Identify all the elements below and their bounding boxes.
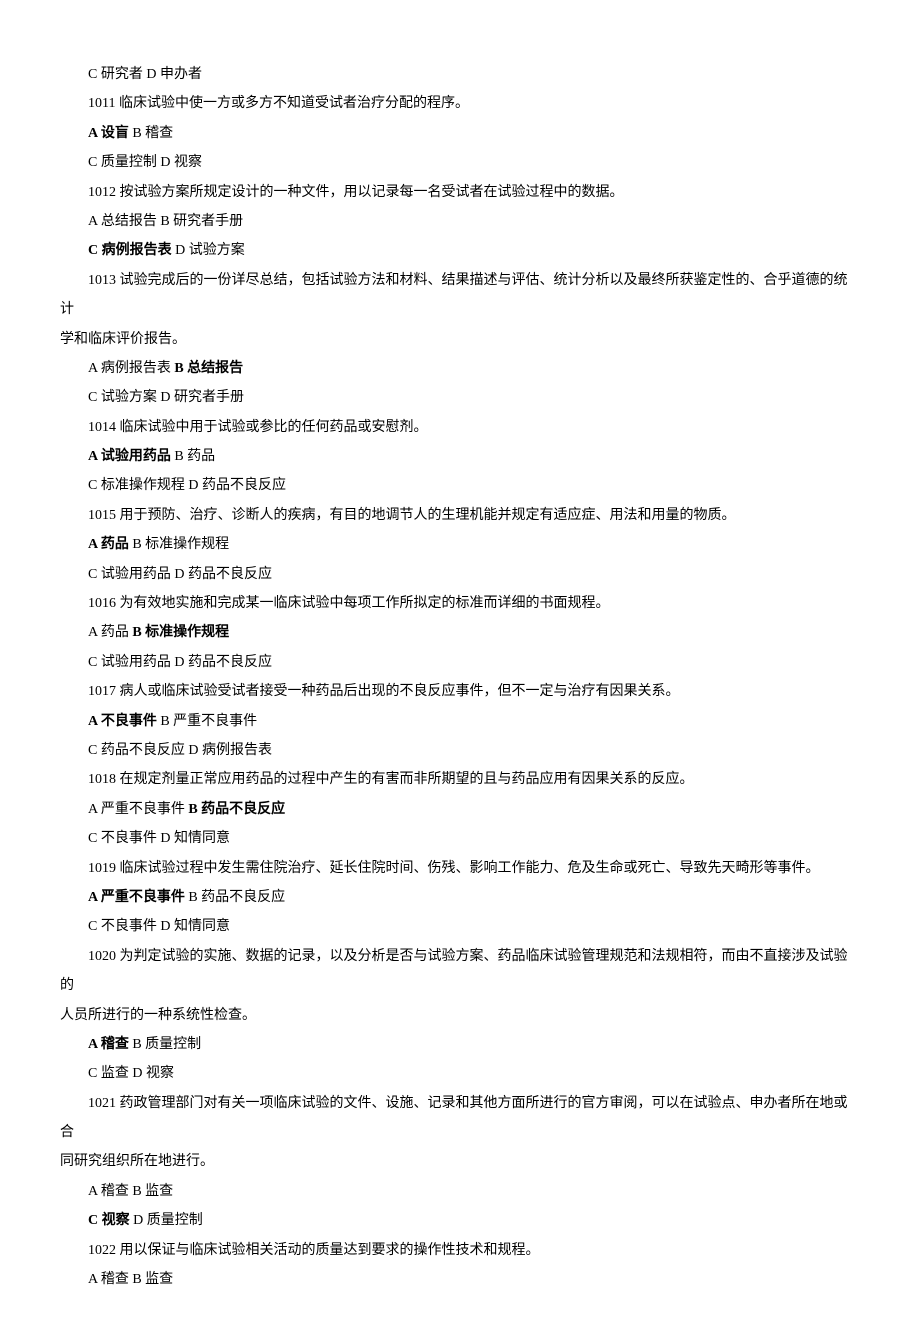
text-segment: 人员所进行的一种系统性检查。 <box>60 1008 256 1023</box>
answer-option: B 药品不良反应 <box>188 802 285 817</box>
text-segment: D 试验方案 <box>172 243 245 258</box>
text-line: C 不良事件 D 知情同意 <box>60 824 860 853</box>
text-line: 1012 按试验方案所规定设计的一种文件，用以记录每一名受试者在试验过程中的数据… <box>60 178 860 207</box>
text-segment: A 总结报告 B 研究者手册 <box>88 214 243 229</box>
answer-option: B 标准操作规程 <box>132 625 229 640</box>
text-segment: A 病例报告表 <box>88 361 174 376</box>
answer-option: A 不良事件 <box>88 714 157 729</box>
text-line: 1017 病人或临床试验受试者接受一种药品后出现的不良反应事件，但不一定与治疗有… <box>60 677 860 706</box>
answer-option: C 病例报告表 <box>88 243 172 258</box>
answer-option: A 药品 <box>88 537 129 552</box>
text-line: C 不良事件 D 知情同意 <box>60 912 860 941</box>
text-line: A 稽查 B 质量控制 <box>60 1030 860 1059</box>
text-line: A 病例报告表 B 总结报告 <box>60 354 860 383</box>
text-segment: B 药品 <box>171 449 215 464</box>
text-segment: D 质量控制 <box>130 1213 203 1228</box>
text-segment: A 稽查 B 监查 <box>88 1272 173 1287</box>
text-line: 1021 药政管理部门对有关一项临床试验的文件、设施、记录和其他方面所进行的官方… <box>60 1089 860 1148</box>
answer-option: C 视察 <box>88 1213 130 1228</box>
text-line: 1015 用于预防、治疗、诊断人的疾病，有目的地调节人的生理机能并规定有适应症、… <box>60 501 860 530</box>
text-line: C 质量控制 D 视察 <box>60 148 860 177</box>
text-line: C 试验用药品 D 药品不良反应 <box>60 648 860 677</box>
text-line: A 严重不良事件 B 药品不良反应 <box>60 795 860 824</box>
text-segment: B 稽查 <box>129 126 173 141</box>
text-line: 1019 临床试验过程中发生需住院治疗、延长住院时间、伤残、影响工作能力、危及生… <box>60 854 860 883</box>
text-segment: C 质量控制 D 视察 <box>88 155 202 170</box>
text-segment: C 标准操作规程 D 药品不良反应 <box>88 478 286 493</box>
answer-option: A 稽查 <box>88 1037 129 1052</box>
text-segment: 1013 试验完成后的一份详尽总结，包括试验方法和材料、结果描述与评估、统计分析… <box>60 273 848 317</box>
text-segment: A 严重不良事件 <box>88 802 188 817</box>
text-line: C 病例报告表 D 试验方案 <box>60 236 860 265</box>
text-segment: 1012 按试验方案所规定设计的一种文件，用以记录每一名受试者在试验过程中的数据… <box>88 185 624 200</box>
text-line: 1011 临床试验中使一方或多方不知道受试者治疗分配的程序。 <box>60 89 860 118</box>
text-segment: 1020 为判定试验的实施、数据的记录，以及分析是否与试验方案、药品临床试验管理… <box>60 949 848 993</box>
text-segment: 1021 药政管理部门对有关一项临床试验的文件、设施、记录和其他方面所进行的官方… <box>60 1096 848 1140</box>
text-segment: C 试验用药品 D 药品不良反应 <box>88 655 272 670</box>
text-segment: C 研究者 D 申办者 <box>88 67 202 82</box>
text-line: C 试验用药品 D 药品不良反应 <box>60 560 860 589</box>
text-segment: 1018 在规定剂量正常应用药品的过程中产生的有害而非所期望的且与药品应用有因果… <box>88 772 694 787</box>
answer-option: B 总结报告 <box>174 361 243 376</box>
text-segment: B 药品不良反应 <box>185 890 285 905</box>
text-segment: A 药品 <box>88 625 132 640</box>
text-line: A 设盲 B 稽查 <box>60 119 860 148</box>
text-line: 1018 在规定剂量正常应用药品的过程中产生的有害而非所期望的且与药品应用有因果… <box>60 765 860 794</box>
text-line: A 严重不良事件 B 药品不良反应 <box>60 883 860 912</box>
text-line: A 药品 B 标准操作规程 <box>60 618 860 647</box>
answer-option: A 设盲 <box>88 126 129 141</box>
text-segment: 1011 临床试验中使一方或多方不知道受试者治疗分配的程序。 <box>88 96 469 111</box>
document-content: C 研究者 D 申办者 1011 临床试验中使一方或多方不知道受试者治疗分配的程序… <box>60 60 860 1294</box>
text-segment: 学和临床评价报告。 <box>60 332 186 347</box>
text-segment: C 试验方案 D 研究者手册 <box>88 390 244 405</box>
text-line: 1016 为有效地实施和完成某一临床试验中每项工作所拟定的标准而详细的书面规程。 <box>60 589 860 618</box>
text-segment: 1016 为有效地实施和完成某一临床试验中每项工作所拟定的标准而详细的书面规程。 <box>88 596 610 611</box>
text-segment: C 不良事件 D 知情同意 <box>88 831 230 846</box>
text-line: A 总结报告 B 研究者手册 <box>60 207 860 236</box>
text-line: C 试验方案 D 研究者手册 <box>60 383 860 412</box>
text-segment: 1022 用以保证与临床试验相关活动的质量达到要求的操作性技术和规程。 <box>88 1243 540 1258</box>
text-line: 同研究组织所在地进行。 <box>60 1147 860 1176</box>
text-segment: B 标准操作规程 <box>129 537 229 552</box>
text-segment: 1015 用于预防、治疗、诊断人的疾病，有目的地调节人的生理机能并规定有适应症、… <box>88 508 736 523</box>
text-line: C 药品不良反应 D 病例报告表 <box>60 736 860 765</box>
text-line: A 稽查 B 监查 <box>60 1177 860 1206</box>
text-line: 1013 试验完成后的一份详尽总结，包括试验方法和材料、结果描述与评估、统计分析… <box>60 266 860 325</box>
text-line: C 研究者 D 申办者 <box>60 60 860 89</box>
text-segment: C 试验用药品 D 药品不良反应 <box>88 567 272 582</box>
text-line: A 不良事件 B 严重不良事件 <box>60 707 860 736</box>
text-segment: C 监查 D 视察 <box>88 1066 174 1081</box>
text-line: 1020 为判定试验的实施、数据的记录，以及分析是否与试验方案、药品临床试验管理… <box>60 942 860 1001</box>
text-line: C 监查 D 视察 <box>60 1059 860 1088</box>
answer-option: A 严重不良事件 <box>88 890 185 905</box>
text-line: 1022 用以保证与临床试验相关活动的质量达到要求的操作性技术和规程。 <box>60 1236 860 1265</box>
text-line: A 稽查 B 监查 <box>60 1265 860 1294</box>
text-line: 1014 临床试验中用于试验或参比的任何药品或安慰剂。 <box>60 413 860 442</box>
text-segment: C 不良事件 D 知情同意 <box>88 919 230 934</box>
text-line: C 视察 D 质量控制 <box>60 1206 860 1235</box>
text-line: 人员所进行的一种系统性检查。 <box>60 1001 860 1030</box>
text-segment: A 稽查 B 监查 <box>88 1184 173 1199</box>
answer-option: A 试验用药品 <box>88 449 171 464</box>
text-segment: C 药品不良反应 D 病例报告表 <box>88 743 272 758</box>
text-segment: B 质量控制 <box>129 1037 201 1052</box>
text-line: 学和临床评价报告。 <box>60 325 860 354</box>
text-segment: 1017 病人或临床试验受试者接受一种药品后出现的不良反应事件，但不一定与治疗有… <box>88 684 680 699</box>
text-segment: B 严重不良事件 <box>157 714 257 729</box>
text-line: A 药品 B 标准操作规程 <box>60 530 860 559</box>
text-segment: 同研究组织所在地进行。 <box>60 1154 214 1169</box>
text-segment: 1014 临床试验中用于试验或参比的任何药品或安慰剂。 <box>88 420 428 435</box>
text-line: A 试验用药品 B 药品 <box>60 442 860 471</box>
text-segment: 1019 临床试验过程中发生需住院治疗、延长住院时间、伤残、影响工作能力、危及生… <box>88 861 820 876</box>
text-line: C 标准操作规程 D 药品不良反应 <box>60 471 860 500</box>
